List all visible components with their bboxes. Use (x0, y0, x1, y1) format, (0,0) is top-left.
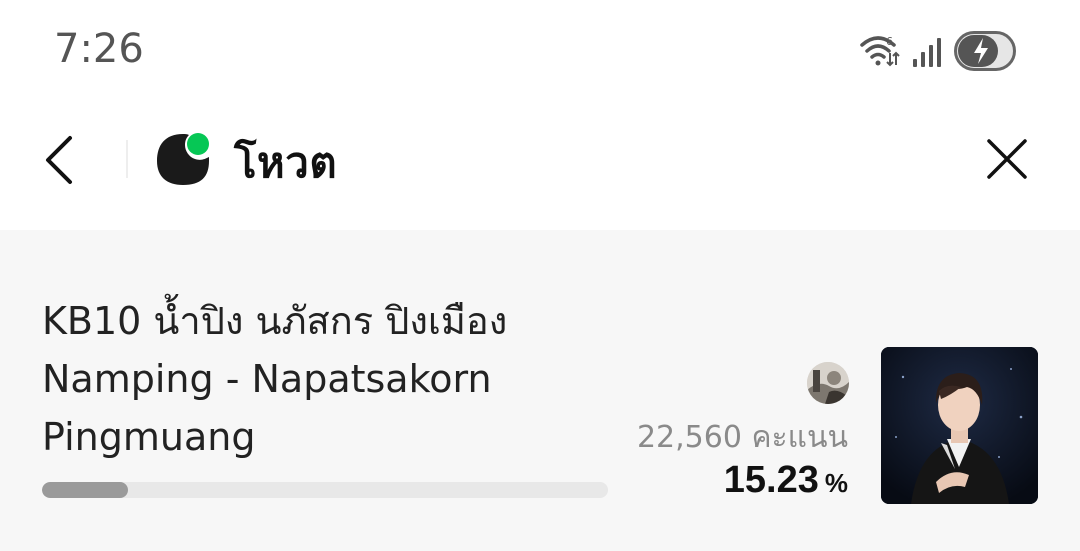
wifi-6-icon: 6 (860, 33, 900, 69)
percent-value: 15.23 (723, 459, 819, 501)
percent-sign: % (824, 468, 848, 498)
candidate-name-line: Namping - Napatsakorn (42, 357, 492, 401)
status-time: 7:26 (54, 26, 144, 72)
vote-count: 22,560 คะแนน (636, 420, 848, 455)
brand-logo-icon (155, 131, 211, 187)
back-button[interactable] (30, 130, 86, 190)
header-divider (126, 140, 128, 178)
candidate-card[interactable]: KB10 น้ำปิง นภัสกร ปิงเมือง Namping - Na… (0, 230, 1080, 551)
vote-percentage: 15.23% (724, 459, 848, 502)
candidate-name-line: KB10 น้ำปิง นภัสกร ปิงเมือง (42, 299, 508, 343)
vote-progress-bar (42, 482, 608, 498)
vote-progress-fill (42, 482, 129, 498)
voter-avatar (807, 362, 849, 404)
candidate-name: KB10 น้ำปิง นภัสกร ปิงเมือง Namping - Na… (42, 292, 602, 466)
svg-text:6: 6 (886, 35, 893, 48)
status-icons: 6 (860, 28, 1016, 74)
page-title: โหวต (234, 138, 338, 187)
chevron-left-icon (46, 136, 72, 184)
app-header: โหวต (0, 100, 1080, 230)
candidate-name-line: Pingmuang (42, 415, 256, 459)
battery-charging-icon (954, 31, 1016, 71)
vote-content: KB10 น้ำปิง นภัสกร ปิงเมือง Namping - Na… (0, 230, 1080, 551)
close-button[interactable] (978, 130, 1036, 188)
close-icon (987, 139, 1027, 179)
status-bar: 7:26 6 (0, 0, 1080, 100)
signal-icon (912, 35, 942, 67)
candidate-photo (881, 347, 1038, 504)
vote-page: 7:26 6 โหวต KB10 น้ำปิง นภัสกร ปิงเมือง … (0, 0, 1080, 551)
